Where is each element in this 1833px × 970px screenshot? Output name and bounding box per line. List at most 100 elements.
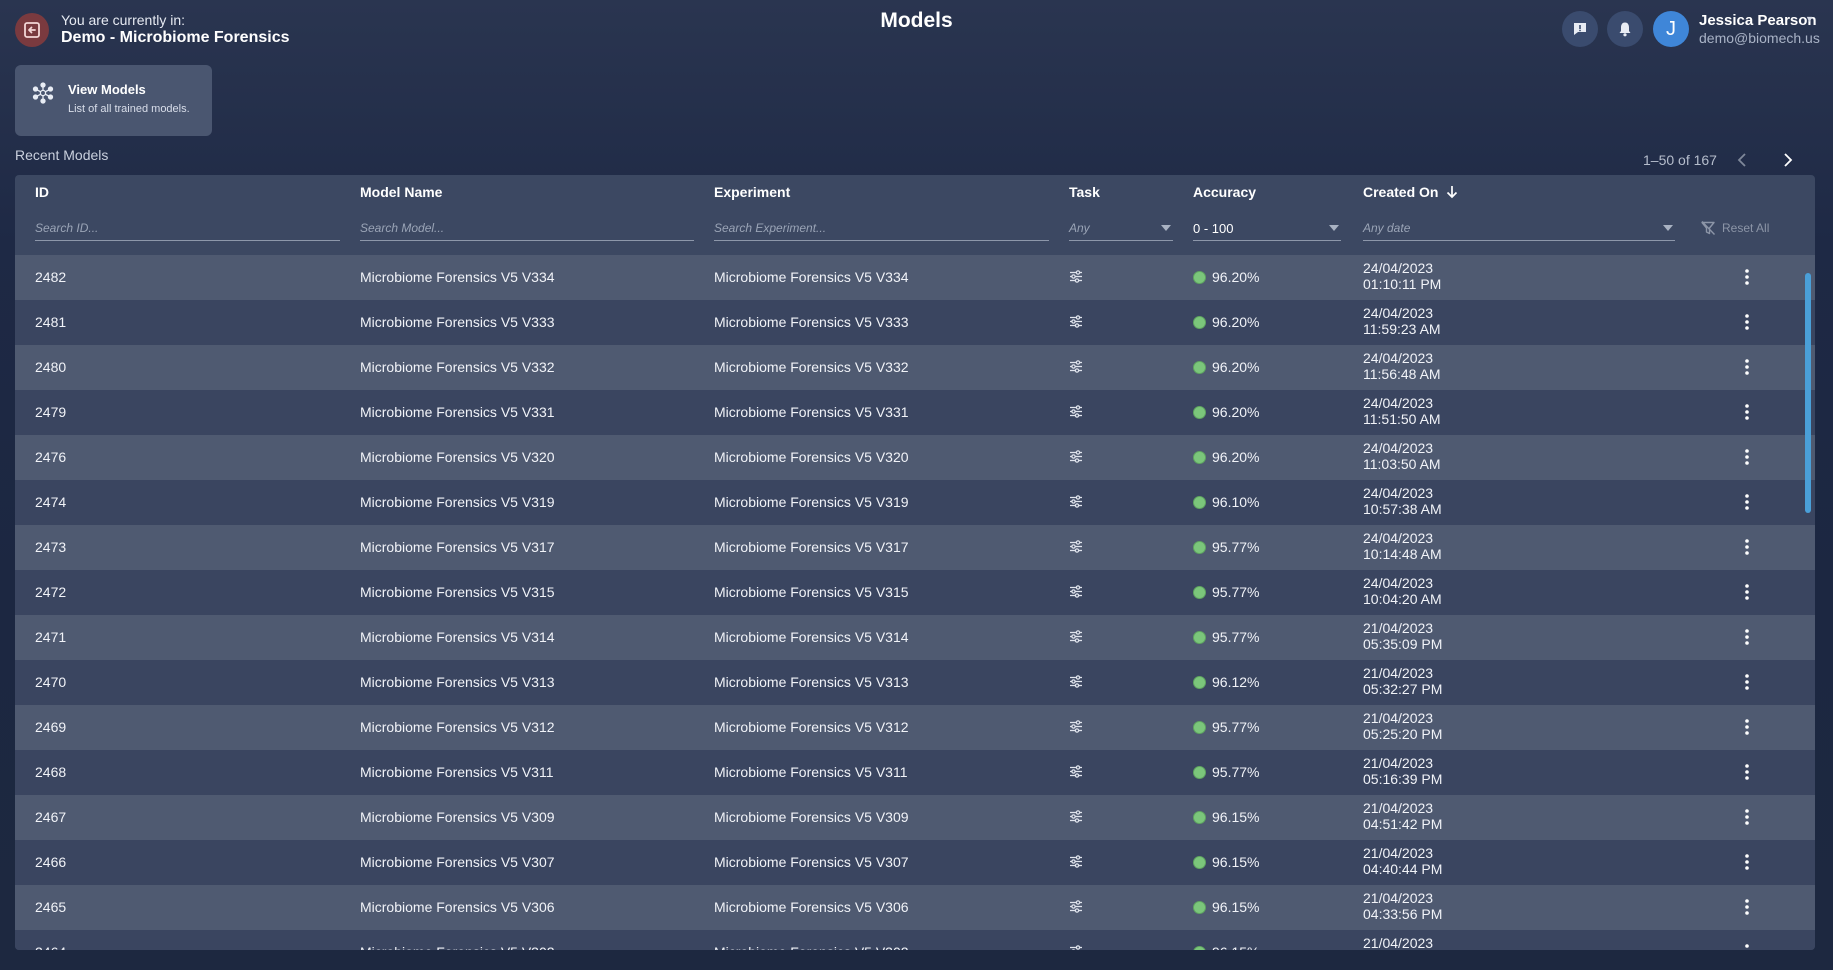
row-model-name[interactable]: Microbiome Forensics V5 V319 bbox=[360, 494, 555, 510]
row-model-name[interactable]: Microbiome Forensics V5 V309 bbox=[360, 809, 555, 825]
row-more-button[interactable] bbox=[1739, 806, 1755, 828]
row-experiment[interactable]: Microbiome Forensics V5 V306 bbox=[714, 899, 909, 915]
row-more-button[interactable] bbox=[1739, 536, 1755, 558]
row-model-name[interactable]: Microbiome Forensics V5 V314 bbox=[360, 629, 555, 645]
feedback-button[interactable] bbox=[1562, 11, 1598, 47]
row-experiment[interactable]: Microbiome Forensics V5 V312 bbox=[714, 719, 909, 735]
table-row[interactable]: 2479 Microbiome Forensics V5 V331 Microbio… bbox=[15, 390, 1815, 435]
row-model-name[interactable]: Microbiome Forensics V5 V315 bbox=[360, 584, 555, 600]
notifications-button[interactable] bbox=[1607, 11, 1643, 47]
previous-page-button[interactable] bbox=[1733, 150, 1751, 170]
row-accuracy: 96.15% bbox=[1193, 944, 1259, 950]
column-header-model-name[interactable]: Model Name bbox=[360, 184, 442, 200]
row-created-on: 24/04/2023 11:51:50 AM bbox=[1363, 395, 1441, 427]
row-more-button[interactable] bbox=[1739, 581, 1755, 603]
table-row[interactable]: 2464 Microbiome Forensics V5 V302 Microbio… bbox=[15, 930, 1815, 950]
user-name[interactable]: Jessica Pearson bbox=[1699, 12, 1817, 29]
row-experiment[interactable]: Microbiome Forensics V5 V319 bbox=[714, 494, 909, 510]
row-more-button[interactable] bbox=[1739, 401, 1755, 423]
table-row[interactable]: 2482 Microbiome Forensics V5 V334 Microbio… bbox=[15, 255, 1815, 300]
chevron-down-icon[interactable]: ▼ bbox=[1805, 14, 1814, 24]
row-experiment[interactable]: Microbiome Forensics V5 V320 bbox=[714, 449, 909, 465]
column-header-experiment[interactable]: Experiment bbox=[714, 184, 790, 200]
row-more-button[interactable] bbox=[1739, 446, 1755, 468]
row-experiment[interactable]: Microbiome Forensics V5 V314 bbox=[714, 629, 909, 645]
row-more-button[interactable] bbox=[1739, 626, 1755, 648]
row-model-name[interactable]: Microbiome Forensics V5 V332 bbox=[360, 359, 555, 375]
table-row[interactable]: 2468 Microbiome Forensics V5 V311 Microbio… bbox=[15, 750, 1815, 795]
avatar[interactable]: J bbox=[1653, 11, 1689, 47]
row-more-button[interactable] bbox=[1739, 356, 1755, 378]
exit-project-button[interactable] bbox=[15, 13, 49, 47]
row-experiment[interactable]: Microbiome Forensics V5 V331 bbox=[714, 404, 909, 420]
row-experiment[interactable]: Microbiome Forensics V5 V332 bbox=[714, 359, 909, 375]
row-experiment[interactable]: Microbiome Forensics V5 V307 bbox=[714, 854, 909, 870]
id-search-input[interactable]: Search ID... bbox=[35, 218, 340, 241]
row-more-button[interactable] bbox=[1739, 491, 1755, 513]
row-more-button[interactable] bbox=[1739, 941, 1755, 950]
row-model-name[interactable]: Microbiome Forensics V5 V320 bbox=[360, 449, 555, 465]
table-row[interactable]: 2471 Microbiome Forensics V5 V314 Microbio… bbox=[15, 615, 1815, 660]
row-experiment[interactable]: Microbiome Forensics V5 V334 bbox=[714, 269, 909, 285]
row-experiment[interactable]: Microbiome Forensics V5 V311 bbox=[714, 764, 907, 780]
scrollbar[interactable] bbox=[1805, 273, 1811, 513]
table-row[interactable]: 2472 Microbiome Forensics V5 V315 Microbio… bbox=[15, 570, 1815, 615]
row-model-name[interactable]: Microbiome Forensics V5 V334 bbox=[360, 269, 555, 285]
row-experiment[interactable]: Microbiome Forensics V5 V313 bbox=[714, 674, 909, 690]
table-row[interactable]: 2481 Microbiome Forensics V5 V333 Microbio… bbox=[15, 300, 1815, 345]
table-row[interactable]: 2465 Microbiome Forensics V5 V306 Microbio… bbox=[15, 885, 1815, 930]
reset-all-button[interactable]: Reset All bbox=[1700, 220, 1769, 236]
row-experiment[interactable]: Microbiome Forensics V5 V317 bbox=[714, 539, 909, 555]
row-more-button[interactable] bbox=[1739, 716, 1755, 738]
row-model-name[interactable]: Microbiome Forensics V5 V307 bbox=[360, 854, 555, 870]
table-row[interactable]: 2473 Microbiome Forensics V5 V317 Microbio… bbox=[15, 525, 1815, 570]
experiment-search-input[interactable]: Search Experiment... bbox=[714, 218, 1049, 241]
row-more-button[interactable] bbox=[1739, 311, 1755, 333]
row-more-button[interactable] bbox=[1739, 761, 1755, 783]
column-header-id[interactable]: ID bbox=[35, 184, 49, 200]
row-more-button[interactable] bbox=[1739, 896, 1755, 918]
task-filter-select[interactable]: Any bbox=[1069, 218, 1173, 241]
model-search-input[interactable]: Search Model... bbox=[360, 218, 694, 241]
row-experiment[interactable]: Microbiome Forensics V5 V333 bbox=[714, 314, 909, 330]
view-models-card[interactable]: View Models List of all trained models. bbox=[15, 65, 212, 136]
table-row[interactable]: 2470 Microbiome Forensics V5 V313 Microbio… bbox=[15, 660, 1815, 705]
task-sliders-icon bbox=[1069, 495, 1083, 511]
task-sliders-icon bbox=[1069, 360, 1083, 376]
row-more-button[interactable] bbox=[1739, 266, 1755, 288]
dropdown-caret-icon bbox=[1329, 225, 1339, 231]
created-time: 11:03:50 AM bbox=[1363, 456, 1441, 472]
row-model-name[interactable]: Microbiome Forensics V5 V333 bbox=[360, 314, 555, 330]
row-id: 2474 bbox=[35, 494, 67, 510]
row-experiment[interactable]: Microbiome Forensics V5 V315 bbox=[714, 584, 909, 600]
row-model-name[interactable]: Microbiome Forensics V5 V311 bbox=[360, 764, 553, 780]
table-row[interactable]: 2476 Microbiome Forensics V5 V320 Microbio… bbox=[15, 435, 1815, 480]
row-model-name[interactable]: Microbiome Forensics V5 V312 bbox=[360, 719, 555, 735]
row-model-name[interactable]: Microbiome Forensics V5 V331 bbox=[360, 404, 555, 420]
table-row[interactable]: 2474 Microbiome Forensics V5 V319 Microbio… bbox=[15, 480, 1815, 525]
row-model-name[interactable]: Microbiome Forensics V5 V306 bbox=[360, 899, 555, 915]
row-experiment[interactable]: Microbiome Forensics V5 V302 bbox=[714, 944, 909, 950]
row-model-name[interactable]: Microbiome Forensics V5 V302 bbox=[360, 944, 555, 950]
accuracy-filter-select[interactable]: 0 - 100 bbox=[1193, 218, 1341, 241]
row-more-button[interactable] bbox=[1739, 851, 1755, 873]
created-date: 24/04/2023 bbox=[1363, 575, 1434, 591]
row-id: 2472 bbox=[35, 584, 67, 600]
column-header-created-on[interactable]: Created On bbox=[1363, 184, 1458, 200]
row-experiment[interactable]: Microbiome Forensics V5 V309 bbox=[714, 809, 909, 825]
accuracy-status-dot bbox=[1193, 450, 1206, 464]
table-row[interactable]: 2480 Microbiome Forensics V5 V332 Microbio… bbox=[15, 345, 1815, 390]
table-row[interactable]: 2466 Microbiome Forensics V5 V307 Microbio… bbox=[15, 840, 1815, 885]
row-model-name[interactable]: Microbiome Forensics V5 V313 bbox=[360, 674, 555, 690]
row-created-on: 21/04/2023 05:35:09 PM bbox=[1363, 620, 1442, 652]
column-header-task[interactable]: Task bbox=[1069, 184, 1100, 200]
created-time: 05:16:39 PM bbox=[1363, 771, 1443, 787]
column-header-accuracy[interactable]: Accuracy bbox=[1193, 184, 1256, 200]
row-model-name[interactable]: Microbiome Forensics V5 V317 bbox=[360, 539, 555, 555]
accuracy-value: 95.77% bbox=[1212, 629, 1260, 645]
table-row[interactable]: 2469 Microbiome Forensics V5 V312 Microbio… bbox=[15, 705, 1815, 750]
row-more-button[interactable] bbox=[1739, 671, 1755, 693]
table-row[interactable]: 2467 Microbiome Forensics V5 V309 Microbio… bbox=[15, 795, 1815, 840]
next-page-button[interactable] bbox=[1779, 150, 1797, 170]
date-filter-select[interactable]: Any date bbox=[1363, 218, 1675, 241]
